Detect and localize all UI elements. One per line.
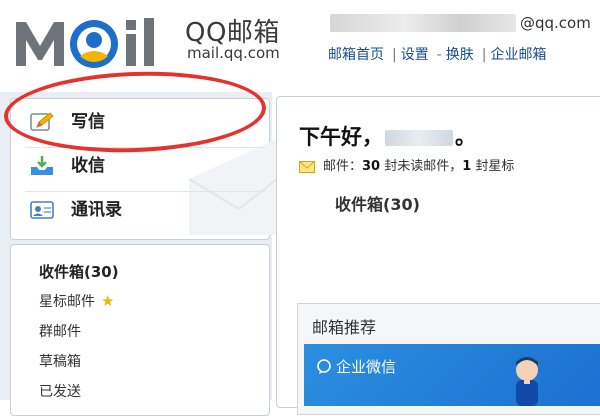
- person-illustration-icon: [516, 357, 538, 406]
- mail-prefix: 邮件：: [323, 159, 363, 174]
- greeting-text: 下午好，: [299, 125, 383, 149]
- brand-domain: mail.qq.com: [187, 44, 280, 62]
- link-settings[interactable]: 设置: [401, 47, 429, 63]
- top-links: 邮箱首页 | 设置 - 换肤 | 企业邮箱: [328, 44, 551, 64]
- unread-text: 封未读邮件，: [380, 159, 463, 174]
- star-icon: ★: [101, 292, 115, 310]
- link-home[interactable]: 邮箱首页: [328, 47, 384, 63]
- wecom-text: 企业微信: [336, 358, 397, 376]
- unread-count[interactable]: 30: [362, 159, 380, 174]
- mail-summary: 邮件：30 封未读邮件，1 封星标: [299, 155, 514, 174]
- wecom-label: 企业微信: [316, 356, 396, 377]
- recommend-panel: 邮箱推荐 企业微信: [297, 303, 600, 415]
- link-skin[interactable]: 换肤: [446, 47, 474, 63]
- star-text: 封星标: [471, 159, 515, 174]
- envelope-decoration-icon: [188, 139, 277, 235]
- main-panel: 下午好， 。 邮件：30 封未读邮件，1 封星标 收件箱(30) 邮箱推荐 企业微…: [276, 96, 600, 415]
- divider: [25, 147, 265, 148]
- folder-panel: 收件箱(30) 星标邮件 ★ 群邮件 草稿箱 已发送: [10, 244, 270, 416]
- account-info: @qq.com: [330, 10, 600, 36]
- folder-starred-label: 星标邮件: [39, 294, 95, 310]
- folder-inbox[interactable]: 收件箱(30): [39, 261, 119, 282]
- recommend-banner[interactable]: 企业微信: [304, 344, 600, 406]
- contacts-card-icon: [30, 201, 54, 219]
- mail-logo-icon[interactable]: [12, 10, 182, 72]
- star-count[interactable]: 1: [462, 159, 471, 174]
- envelope-icon: [299, 160, 315, 173]
- nav-write-label: 写信: [71, 112, 105, 132]
- chat-bubble-icon: [317, 359, 331, 374]
- folder-sent[interactable]: 已发送: [39, 381, 81, 401]
- separator: |: [392, 47, 397, 63]
- link-enterprise[interactable]: 企业邮箱: [491, 47, 547, 63]
- nav-contacts-label: 通讯录: [71, 200, 122, 220]
- divider: [25, 191, 265, 192]
- greeting-end: 。: [455, 125, 476, 149]
- inbox-download-icon: [31, 156, 53, 175]
- nav-inbox-label: 收信: [71, 156, 105, 176]
- left-column: 写信 收信 通讯录 收件箱(30) 星标邮件 ★ 群邮件 草稿箱 已发送: [0, 92, 277, 416]
- header: QQ邮箱 mail.qq.com @qq.com 邮箱首页 | 设置 - 换肤 | 企业邮箱: [0, 0, 600, 92]
- account-domain: @qq.com: [520, 14, 591, 32]
- nav-panel: 写信 收信 通讯录: [10, 98, 277, 240]
- folder-starred[interactable]: 星标邮件 ★: [39, 291, 114, 311]
- folder-drafts[interactable]: 草稿箱: [39, 351, 81, 371]
- separator: |: [481, 47, 487, 63]
- recommend-title: 邮箱推荐: [312, 318, 377, 337]
- username-masked: [385, 130, 453, 146]
- folder-group[interactable]: 群邮件: [39, 321, 81, 341]
- account-name-masked: [330, 14, 516, 32]
- pencil-icon: [30, 112, 54, 131]
- inbox-link[interactable]: 收件箱(30): [335, 191, 420, 215]
- greeting: 下午好， 。: [299, 121, 476, 151]
- separator: -: [436, 47, 442, 63]
